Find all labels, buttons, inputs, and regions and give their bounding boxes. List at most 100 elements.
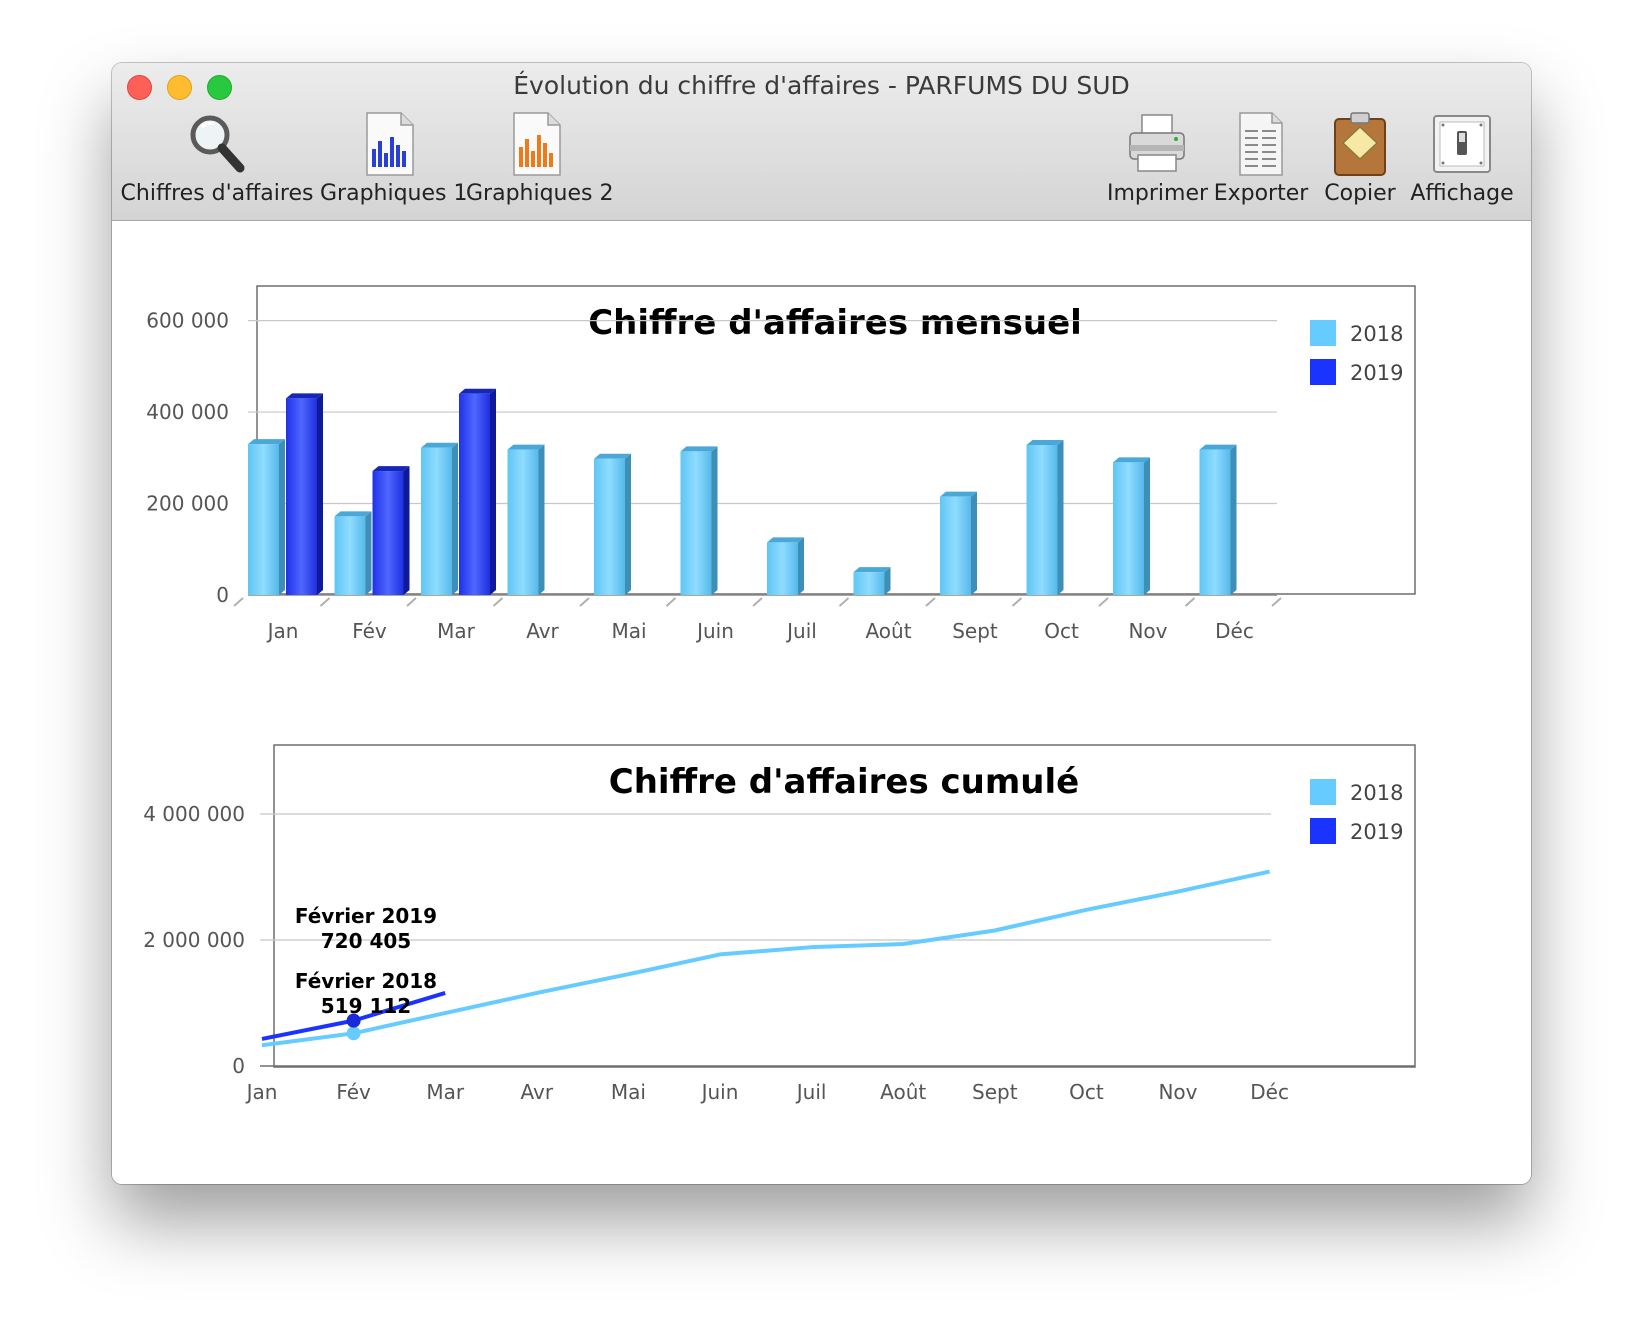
bar-x-tick-oct: Oct — [1044, 619, 1079, 643]
export-document-icon — [1239, 112, 1283, 176]
bar-x-tick-sept: Sept — [952, 619, 998, 643]
toolbar-graphiques1-button[interactable]: Graphiques 1 — [320, 111, 468, 207]
bar-axis-tick-mark — [1011, 597, 1023, 607]
toolbar-copier-label: Copier — [1324, 181, 1396, 206]
line-x-tick-sept: Sept — [972, 1080, 1018, 1104]
bar-x-tick-mai: Mai — [611, 619, 646, 643]
bar-x-tick-fev: Fév — [352, 619, 387, 643]
bar-x-tick-aout: Août — [865, 619, 911, 643]
bar-axis-tick-mark — [1184, 597, 1196, 607]
line-legend-swatch-2019 — [1310, 818, 1336, 844]
line-legend-2018: 2018 — [1350, 781, 1403, 805]
bar-y-tick-label: 600 000 — [146, 309, 229, 333]
bar-x-tick-juil: Juil — [785, 619, 817, 643]
bar-2018-mai — [594, 453, 631, 595]
toolbar-imprimer-label: Imprimer — [1107, 181, 1209, 206]
bar-axis-tick-mark — [579, 597, 590, 607]
title-bar: Évolution du chiffre d'affaires - PARFUM… — [112, 63, 1531, 221]
bar-chart-doc-icon — [366, 112, 414, 176]
annotation-fev-2018-value: 519 112 — [321, 994, 411, 1018]
toolbar-graphiques2-button[interactable]: Graphiques 2 — [466, 111, 614, 207]
line-x-tick-mai: Mai — [611, 1080, 646, 1104]
bar-axis-tick-mark — [838, 597, 850, 607]
charts-canvas: Chiffre d'affaires mensuel Jan Fév Mar Avr M… — [143, 285, 1416, 1104]
annotation-fev-2018-label: Février 2018 — [295, 969, 437, 993]
bar-axis-tick-mark — [925, 597, 936, 607]
switch-icon — [1433, 115, 1491, 173]
clipboard-icon — [1334, 112, 1386, 176]
toolbar-chiffres-label: Chiffres d'affaires — [120, 181, 314, 206]
toolbar-imprimer-button[interactable]: Imprimer — [1107, 111, 1209, 207]
line-x-tick-jan: Jan — [245, 1080, 278, 1104]
bar-legend-2018: 2018 — [1350, 322, 1403, 346]
printer-icon — [1129, 114, 1185, 172]
bar-axis-tick-mark — [1271, 597, 1282, 607]
chart-area: Chiffre d'affaires mensuel Jan Fév Mar Avr M… — [112, 221, 1531, 1184]
bar-2018-sept — [940, 491, 977, 595]
bar-axis-tick-mark — [752, 597, 763, 607]
line-x-tick-oct: Oct — [1069, 1080, 1104, 1104]
bar-2019-jan — [286, 393, 323, 595]
toolbar-chiffres-button[interactable]: Chiffres d'affaires — [117, 111, 317, 207]
bar-axis-tick-mark — [1098, 597, 1109, 607]
toolbar-copier-button[interactable]: Copier — [1316, 111, 1404, 207]
bar-y-tick-label: 400 000 — [146, 400, 229, 424]
line-y-tick-label: 2 000 000 — [143, 928, 245, 952]
bar-legend-swatch-2018 — [1310, 320, 1336, 346]
bar-2018-avr — [507, 444, 545, 595]
toolbar-graphiques2-label: Graphiques 2 — [466, 181, 614, 206]
bar-y-tick-label: 0 — [216, 583, 229, 607]
toolbar-exporter-button[interactable]: Exporter — [1212, 111, 1310, 207]
bar-2018-juil — [767, 537, 804, 595]
bar-axis-tick-mark — [406, 597, 417, 607]
bar-2019-fev — [372, 466, 410, 595]
bar-2019-mar — [459, 388, 496, 595]
bar-axis-tick-mark — [492, 597, 504, 607]
bar-axis-tick-mark — [665, 597, 677, 607]
annotation-fev-2019-value: 720 405 — [321, 929, 411, 953]
magnifier-icon — [190, 115, 245, 173]
line-x-tick-juil: Juil — [795, 1080, 827, 1104]
bar-2018-jan — [248, 439, 285, 595]
bar-y-tick-label: 200 000 — [146, 492, 229, 516]
line-chart-title: Chiffre d'affaires cumulé — [609, 762, 1079, 802]
bar-axis-tick-mark — [319, 597, 331, 607]
bar-2018-juin — [680, 446, 718, 595]
bar-chart-title: Chiffre d'affaires mensuel — [588, 303, 1082, 343]
bar-x-tick-dec: Déc — [1215, 619, 1254, 643]
bar-axis-tick-mark — [233, 597, 244, 607]
line-x-tick-aout: Août — [880, 1080, 926, 1104]
bar-2018-oct — [1026, 439, 1064, 595]
app-window: Évolution du chiffre d'affaires - PARFUM… — [112, 63, 1531, 1184]
line-x-tick-juin: Juin — [700, 1080, 739, 1104]
line-x-tick-dec: Déc — [1250, 1080, 1289, 1104]
bar-legend-swatch-2019 — [1310, 359, 1336, 385]
bar-x-tick-juin: Juin — [695, 619, 734, 643]
line-legend-swatch-2018 — [1310, 779, 1336, 805]
line-x-tick-nov: Nov — [1158, 1080, 1197, 1104]
toolbar-affichage-button[interactable]: Affichage — [1408, 111, 1516, 207]
bar-x-tick-avr: Avr — [526, 619, 559, 643]
line-point-2018-fev — [346, 1026, 361, 1041]
toolbar-exporter-label: Exporter — [1213, 181, 1309, 206]
line-legend-2019: 2019 — [1350, 820, 1403, 844]
line-x-tick-fev: Fév — [336, 1080, 371, 1104]
bar-2018-nov — [1113, 457, 1150, 595]
line-x-tick-mar: Mar — [426, 1080, 465, 1104]
annotation-fev-2019-label: Février 2019 — [295, 904, 437, 928]
orange-bar-chart-doc-icon — [513, 112, 561, 176]
bar-2018-mar — [421, 442, 458, 595]
toolbar-graphiques1-label: Graphiques 1 — [320, 181, 468, 206]
line-y-tick-label: 0 — [232, 1054, 245, 1078]
bar-2018-fev — [334, 511, 372, 595]
bar-x-tick-nov: Nov — [1128, 619, 1167, 643]
bar-x-tick-mar: Mar — [437, 619, 476, 643]
line-x-tick-avr: Avr — [521, 1080, 554, 1104]
bar-legend-2019: 2019 — [1350, 361, 1403, 385]
bar-x-tick-jan: Jan — [266, 619, 299, 643]
toolbar-affichage-label: Affichage — [1410, 181, 1514, 206]
bar-2018-aout — [853, 567, 891, 595]
window-title: Évolution du chiffre d'affaires - PARFUM… — [513, 71, 1130, 100]
line-y-tick-label: 4 000 000 — [143, 802, 245, 826]
bar-2018-dec — [1199, 444, 1237, 595]
